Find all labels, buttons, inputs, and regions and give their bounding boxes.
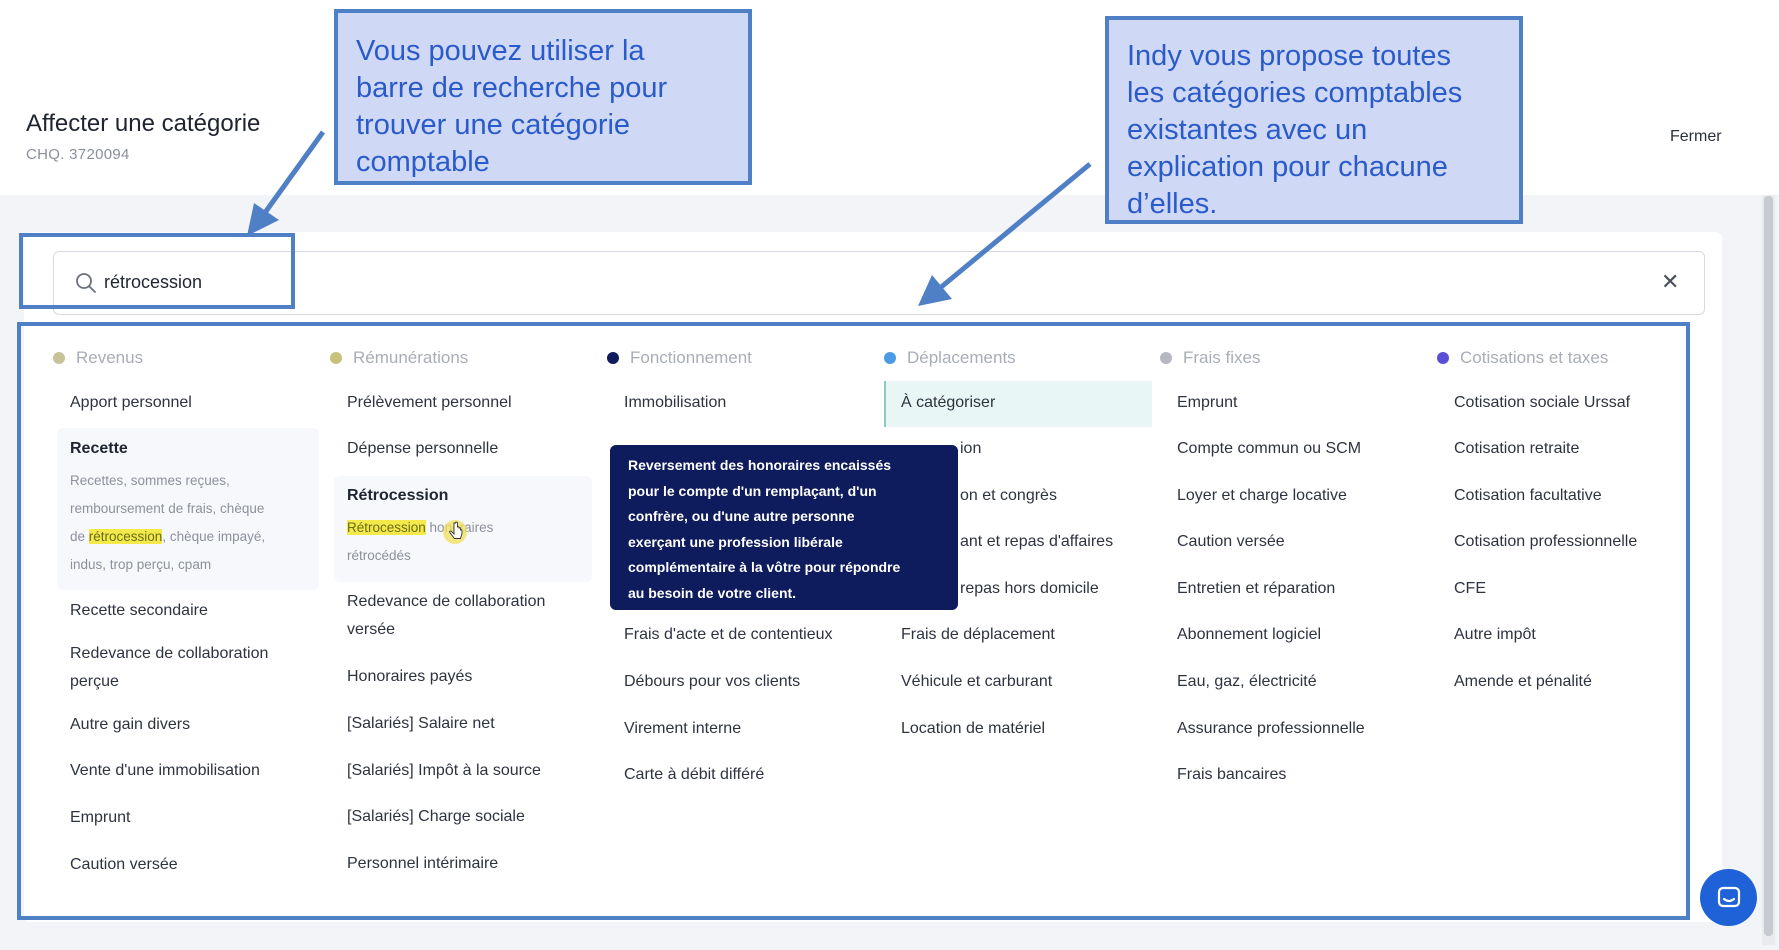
callout-categories: Indy vous propose toutes les catégories … (1105, 16, 1523, 224)
search-input[interactable] (104, 266, 1604, 298)
search-highlight-frame (19, 233, 295, 309)
categories-highlight-frame (17, 322, 1690, 920)
scrollbar-thumb[interactable] (1764, 196, 1773, 936)
callout-search: Vous pouvez utiliser la barre de recherc… (334, 9, 752, 185)
close-icon[interactable]: ✕ (1661, 270, 1679, 294)
chat-button[interactable] (1700, 869, 1757, 926)
page-title: Affecter une catégorie (26, 110, 261, 137)
transaction-reference: CHQ. 3720094 (26, 146, 130, 163)
close-button[interactable]: Fermer (1670, 128, 1722, 146)
chat-icon (1717, 886, 1740, 907)
